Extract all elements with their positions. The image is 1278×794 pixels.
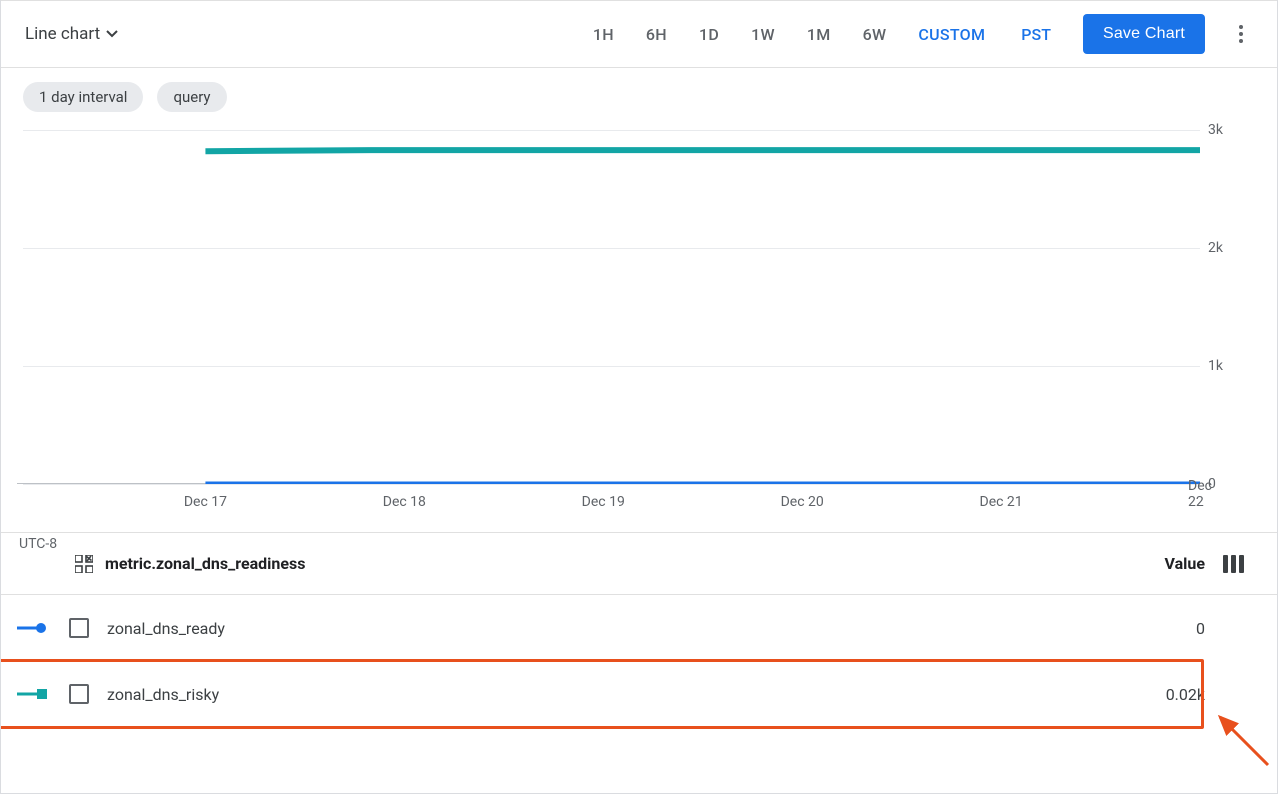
time-range-1d[interactable]: 1D xyxy=(699,25,719,44)
series-marker-zonal_dns_risky xyxy=(1193,148,1200,152)
chart-toolbar: Line chart 1H 6H 1D 1W 1M 6W CUSTOM PST Save C… xyxy=(1,0,1277,68)
legend-label: zonal_dns_risky xyxy=(107,685,219,704)
plot-surface: 3k2k1k0Dec 17Dec 18Dec 19Dec 20Dec 21Dec… xyxy=(23,130,1200,484)
x-tick-label: Dec 22 xyxy=(1188,478,1212,510)
caret-down-icon xyxy=(106,30,118,38)
legend-group-label: metric.zonal_dns_readiness xyxy=(105,554,305,573)
legend-section: metric.zonal_dns_readiness Value zonal_d… xyxy=(1,532,1277,727)
series-swatch xyxy=(17,622,47,634)
time-range-custom[interactable]: CUSTOM xyxy=(918,25,985,44)
time-range-6w[interactable]: 6W xyxy=(863,25,887,44)
chip-1[interactable]: query xyxy=(157,82,226,112)
series-visibility-checkbox[interactable] xyxy=(69,684,89,704)
time-range-1w[interactable]: 1W xyxy=(751,25,775,44)
save-chart-button[interactable]: Save Chart xyxy=(1083,14,1205,54)
legend-value-header[interactable]: Value xyxy=(1165,554,1206,573)
legend-label: zonal_dns_ready xyxy=(107,619,225,638)
chart-area[interactable]: 3k2k1k0Dec 17Dec 18Dec 19Dec 20Dec 21Dec… xyxy=(23,130,1255,526)
legend-row-zonal_dns_ready[interactable]: zonal_dns_ready 0 xyxy=(1,595,1277,661)
y-tick-label: 0 xyxy=(1208,476,1248,492)
timezone-selector[interactable]: PST xyxy=(1021,25,1051,44)
series-visibility-checkbox[interactable] xyxy=(69,618,89,638)
axis-timezone-label: UTC-8 xyxy=(19,536,57,552)
x-tick-label: Dec 18 xyxy=(383,494,426,510)
legend-row-zonal_dns_risky[interactable]: zonal_dns_risky 0.02k xyxy=(1,661,1277,727)
x-tick-label: Dec 20 xyxy=(781,494,824,510)
time-range-1m[interactable]: 1M xyxy=(807,25,831,44)
y-tick-label: 1k xyxy=(1208,358,1248,374)
more-options-button[interactable] xyxy=(1221,14,1261,54)
x-tick-label: Dec 21 xyxy=(980,494,1023,510)
series-line-zonal_dns_risky xyxy=(205,150,1200,151)
time-range-picker: 1H 6H 1D 1W 1M 6W CUSTOM xyxy=(593,25,985,44)
chart-type-label: Line chart xyxy=(25,24,100,44)
x-tick-label: Dec 17 xyxy=(184,494,227,510)
group-by-icon xyxy=(75,555,93,573)
chip-row: 1 day interval query xyxy=(1,68,1277,112)
chip-0[interactable]: 1 day interval xyxy=(23,82,143,112)
kebab-icon xyxy=(1239,32,1243,36)
column-selector-icon[interactable] xyxy=(1223,555,1245,573)
legend-value: 0 xyxy=(1196,619,1205,638)
x-tick-label: Dec 19 xyxy=(582,494,625,510)
y-tick-label: 2k xyxy=(1208,240,1248,256)
series-swatch xyxy=(17,688,47,700)
chart-type-selector[interactable]: Line chart xyxy=(25,24,118,44)
time-range-1h[interactable]: 1H xyxy=(593,25,614,44)
legend-header: metric.zonal_dns_readiness Value xyxy=(1,533,1277,595)
y-tick-label: 3k xyxy=(1208,122,1248,138)
legend-value: 0.02k xyxy=(1166,685,1205,704)
time-range-6h[interactable]: 6H xyxy=(646,25,667,44)
